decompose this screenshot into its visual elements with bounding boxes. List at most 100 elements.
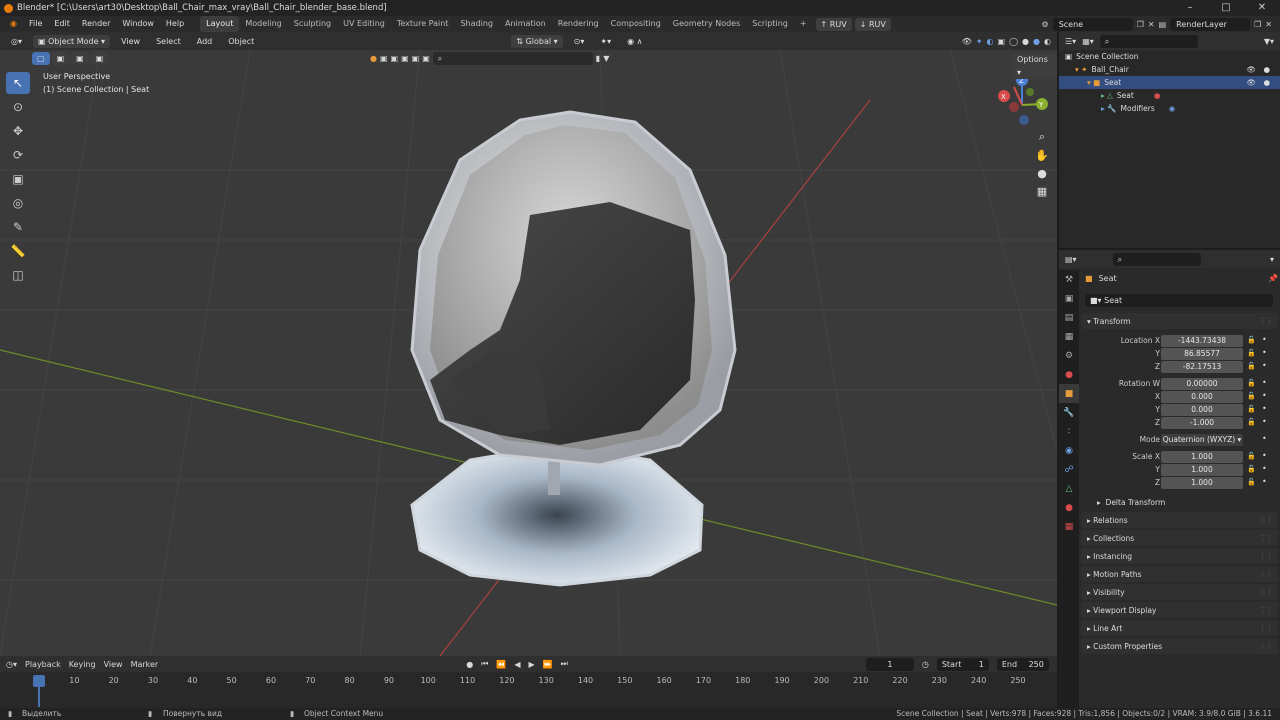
keyframe-dot-icon[interactable]: •	[1262, 361, 1267, 370]
filter-funnel-icon[interactable]: ▼	[603, 54, 609, 63]
pin-icon[interactable]: 📌	[1268, 274, 1278, 283]
view-layer-tab-icon[interactable]: ▦	[1059, 327, 1079, 346]
menu-marker[interactable]: Marker	[131, 660, 159, 669]
maximize-icon[interactable]: □	[1208, 0, 1244, 16]
options-button[interactable]: Options ▾	[1012, 53, 1057, 79]
editor-type-icon[interactable]: ◎▾	[6, 35, 27, 48]
scale-y-field[interactable]: 1.000	[1161, 464, 1243, 476]
scale-x-field[interactable]: 1.000	[1161, 451, 1243, 463]
cursor-tool-icon[interactable]: ⊙	[6, 96, 30, 118]
lock-icon[interactable]: 🔓	[1247, 465, 1256, 473]
filter-icon-2[interactable]: ▣	[391, 54, 399, 63]
panel-motion-paths[interactable]: ▸ Motion Paths ⋮⋮	[1081, 566, 1278, 582]
record-icon[interactable]: ●	[466, 660, 473, 669]
data-tab-icon[interactable]: △	[1059, 479, 1079, 498]
menu-add[interactable]: Add	[192, 35, 218, 48]
lock-icon[interactable]: 🔓	[1247, 379, 1256, 387]
keyframe-dot-icon[interactable]: •	[1262, 464, 1267, 473]
move-tool-icon[interactable]: ✥	[6, 120, 30, 142]
outliner-item-seat-mesh[interactable]: ▸ △ Seat ●	[1059, 89, 1280, 102]
modifier-tab-icon[interactable]: 🔧	[1059, 403, 1079, 422]
tab-scripting[interactable]: Scripting	[746, 16, 794, 32]
minimize-icon[interactable]: –	[1172, 0, 1208, 16]
pivot-icon[interactable]: ⊙▾	[569, 35, 590, 48]
clock-icon[interactable]: ◷	[922, 660, 929, 669]
lock-icon[interactable]: 🔓	[1247, 418, 1256, 426]
panel-relations[interactable]: ▸ Relations ⋮⋮	[1081, 512, 1278, 528]
transform-orientation-dropdown[interactable]: ⇅ Global ▾	[511, 34, 563, 48]
grid-view-icon[interactable]: ▦	[1033, 182, 1051, 200]
filter-icon-3[interactable]: ▣	[401, 54, 409, 63]
tab-rendering[interactable]: Rendering	[552, 16, 605, 32]
filter-icon-5[interactable]: ▣	[422, 54, 430, 63]
lock-icon[interactable]: 🔓	[1247, 336, 1256, 344]
panel-visibility[interactable]: ▸ Visibility ⋮⋮	[1081, 584, 1278, 600]
tool-tab-icon[interactable]: ⚒	[1059, 270, 1079, 289]
tab-geometry-nodes[interactable]: Geometry Nodes	[667, 16, 746, 32]
panel-viewport-display[interactable]: ▸ Viewport Display ⋮⋮	[1081, 602, 1278, 618]
render-layer-selector[interactable]: RenderLayer	[1170, 17, 1251, 31]
jump-key-back-icon[interactable]: ⏪	[496, 660, 506, 669]
outliner-item-ball-chair[interactable]: ▾ ✦ Ball_Chair 👁 ●	[1059, 63, 1280, 76]
scale-tool-icon[interactable]: ▣	[6, 168, 30, 190]
annotate-tool-icon[interactable]: ✎	[6, 216, 30, 238]
ruv-upload-button[interactable]: ↑ RUV	[815, 17, 852, 31]
jump-key-forward-icon[interactable]: ⏩	[543, 660, 553, 669]
properties-options-icon[interactable]: ▾	[1270, 255, 1280, 264]
tab-uv-editing[interactable]: UV Editing	[337, 16, 391, 32]
object-tab-icon[interactable]: ■	[1059, 384, 1079, 403]
menu-keying[interactable]: Keying	[69, 660, 96, 669]
new-layer-icon[interactable]: ❐	[1254, 20, 1261, 29]
menu-object[interactable]: Object	[223, 35, 259, 48]
location-z-field[interactable]: -82.17513	[1161, 361, 1243, 373]
transform-panel-header[interactable]: ▾ Transform ⋮⋮	[1081, 313, 1278, 329]
end-frame-field[interactable]: End 250	[996, 657, 1049, 671]
keyframe-dot-icon[interactable]: •	[1262, 391, 1267, 400]
tab-modeling[interactable]: Modeling	[239, 16, 287, 32]
keyframe-dot-icon[interactable]: •	[1262, 404, 1267, 413]
proportional-edit-icon[interactable]: ◉ ∧	[622, 35, 647, 48]
rotation-y-field[interactable]: 0.000	[1161, 404, 1243, 416]
add-cube-tool-icon[interactable]: ◫	[6, 264, 30, 286]
viewport-search-input[interactable]: ⌕	[432, 52, 593, 65]
scene-tab-icon[interactable]: ⚙	[1059, 346, 1079, 365]
select-extend-icon[interactable]: ▣	[51, 52, 70, 65]
overlay-toggle-icon[interactable]: ◐	[987, 37, 994, 46]
scene-icon[interactable]: ⚙	[1042, 20, 1049, 29]
shading-material-icon[interactable]: ●	[1033, 37, 1040, 46]
lock-icon[interactable]: 🔓	[1247, 392, 1256, 400]
transform-tool-icon[interactable]: ◎	[6, 192, 30, 214]
output-tab-icon[interactable]: ▤	[1059, 308, 1079, 327]
tab-layout[interactable]: Layout	[200, 16, 240, 32]
current-frame-field[interactable]: 1	[865, 657, 914, 671]
camera-icon[interactable]: ●	[1033, 164, 1051, 182]
menu-edit[interactable]: Edit	[48, 16, 76, 32]
gizmo-toggle-icon[interactable]: ✦	[976, 37, 983, 46]
tab-shading[interactable]: Shading	[454, 16, 499, 32]
lock-icon[interactable]: 🔓	[1247, 452, 1256, 460]
scene-selector[interactable]: Scene	[1052, 17, 1133, 31]
jump-start-icon[interactable]: ⏮	[481, 659, 488, 669]
object-mode-dropdown[interactable]: ▣ Object Mode ▾	[33, 34, 111, 48]
menu-help[interactable]: Help	[160, 16, 190, 32]
menu-render[interactable]: Render	[76, 16, 116, 32]
snap-icon[interactable]: ✦▾	[595, 35, 616, 48]
outliner-editor-icon[interactable]: ☰▾	[1065, 37, 1076, 46]
lock-icon[interactable]: 🔓	[1247, 478, 1256, 486]
particles-tab-icon[interactable]: ∶	[1059, 422, 1079, 441]
jump-end-icon[interactable]: ⏭	[561, 659, 568, 669]
menu-select[interactable]: Select	[151, 35, 186, 48]
render-tab-icon[interactable]: ▣	[1059, 289, 1079, 308]
menu-timeline-view[interactable]: View	[104, 660, 123, 669]
timeline-editor-icon[interactable]: ◷▾	[6, 660, 17, 669]
view-layer-icon[interactable]: ●	[370, 54, 377, 63]
shading-rendered-icon[interactable]: ◐	[1044, 37, 1051, 46]
tab-compositing[interactable]: Compositing	[605, 16, 667, 32]
close-icon[interactable]: ✕	[1244, 0, 1280, 16]
play-icon[interactable]: ▶	[529, 660, 535, 669]
render-layer-icon[interactable]: ▤	[1159, 20, 1167, 29]
rotation-w-field[interactable]: 0.00000	[1161, 378, 1243, 390]
delete-scene-icon[interactable]: ✕	[1148, 20, 1155, 29]
xray-icon[interactable]: ▣	[998, 37, 1006, 46]
physics-tab-icon[interactable]: ◉	[1059, 441, 1079, 460]
